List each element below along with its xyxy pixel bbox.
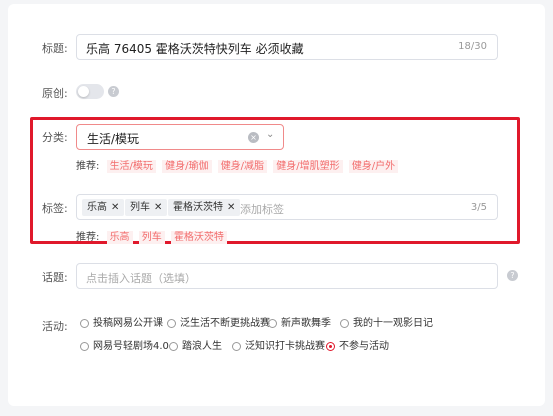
tag-chip[interactable]: 列车 ✕ [125,199,168,216]
tags-recommendations: 推荐: 乐高 列车 霍格沃茨特 [76,228,230,244]
category-value: 生活/模玩 [87,132,140,146]
title-value: 乐高 76405 霍格沃茨特快列车 必须收藏 [86,42,304,56]
tag-chip-label: 列车 [130,202,150,213]
tag-chip-label: 乐高 [87,202,107,213]
topic-placeholder: 点击插入话题（选填） [86,272,196,285]
title-input[interactable]: 乐高 76405 霍格沃茨特快列车 必须收藏 18/30 [76,34,498,60]
title-label: 标题: [42,42,68,55]
close-icon[interactable]: ✕ [111,202,119,213]
help-icon[interactable]: ? [108,86,119,97]
activity-option-selected[interactable]: 不参与活动 [326,341,389,353]
activity-option[interactable]: 网易号轻剧场4.0 [80,341,169,353]
tag-chip-label: 霍格沃茨特 [173,202,223,213]
activity-option-label: 投稿网易公开课 [93,318,163,329]
radio-icon [340,319,349,328]
close-icon[interactable]: ✕ [227,202,235,213]
activity-option-label: 新声歌舞季 [281,318,331,329]
category-recommendations: 推荐: 生活/模玩 健身/瑜伽 健身/减脂 健身/增肌塑形 健身/户外 [76,157,401,173]
topic-input[interactable]: 点击插入话题（选填） [76,263,498,289]
radio-icon [80,342,89,351]
activity-option-label: 踏浪人生 [182,341,222,352]
activity-option-label: 泛生活不断更挑战赛 [180,318,270,329]
activity-option[interactable]: 泛生活不断更挑战赛 [167,318,270,330]
radio-selected-icon [326,342,335,351]
category-recommend-item[interactable]: 健身/减脂 [217,160,268,173]
radio-icon [167,319,176,328]
chevron-down-icon[interactable]: ⌄ [266,129,274,140]
activity-option[interactable]: 踏浪人生 [169,341,222,353]
original-toggle[interactable] [76,84,104,99]
activity-option[interactable]: 我的十一观影日记 [340,318,433,330]
help-icon[interactable]: ? [507,270,518,281]
tag-chip[interactable]: 乐高 ✕ [82,199,125,216]
topic-label: 话题: [42,271,68,284]
close-icon[interactable]: ✕ [154,202,162,213]
radio-icon [232,342,241,351]
activity-label: 活动: [42,320,68,333]
activity-option-label: 网易号轻剧场4.0 [93,341,169,352]
tags-recommend-item[interactable]: 乐高 [106,231,133,244]
activity-option[interactable]: 新声歌舞季 [268,318,331,330]
category-select[interactable]: 生活/模玩 × ⌄ [76,124,284,150]
radio-icon [268,319,277,328]
tag-chip[interactable]: 霍格沃茨特 ✕ [168,199,241,216]
activity-option[interactable]: 投稿网易公开课 [80,318,163,330]
category-recommend-item[interactable]: 健身/增肌塑形 [273,160,343,173]
category-recommend-item[interactable]: 生活/模玩 [106,160,156,173]
tags-label: 标签: [42,202,68,215]
activity-option-label: 不参与活动 [339,341,389,352]
category-label: 分类: [42,131,68,144]
toggle-knob [78,86,89,97]
radio-icon [169,342,178,351]
tags-recommend-item[interactable]: 霍格沃茨特 [170,231,227,244]
category-recommend-item[interactable]: 健身/户外 [348,160,399,173]
title-char-count: 18/30 [458,41,487,52]
original-label: 原创: [42,87,68,100]
tags-count: 3/5 [470,202,487,213]
category-recommend-label: 推荐: [76,161,100,172]
tags-recommend-label: 推荐: [76,232,100,243]
activity-option[interactable]: 泛知识打卡挑战赛 [232,341,325,353]
activity-option-label: 我的十一观影日记 [353,318,433,329]
radio-icon [80,319,89,328]
tags-placeholder: 添加标签 [240,203,284,216]
category-recommend-item[interactable]: 健身/瑜伽 [162,160,212,173]
clear-icon[interactable]: × [248,132,259,143]
activity-option-label: 泛知识打卡挑战赛 [245,341,325,352]
tags-input[interactable]: 乐高 ✕ 列车 ✕ 霍格沃茨特 ✕ 添加标签 3/5 [76,194,498,220]
tags-recommend-item[interactable]: 列车 [138,231,165,244]
